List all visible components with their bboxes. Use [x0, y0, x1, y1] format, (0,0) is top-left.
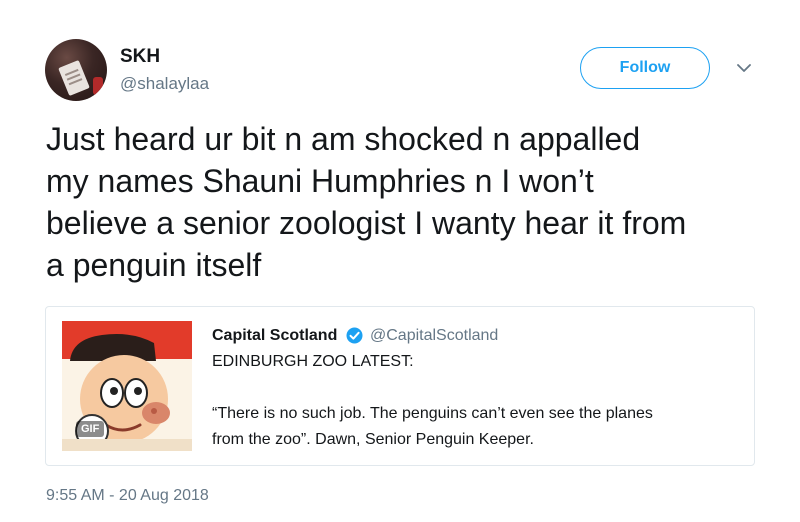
quoted-tweet[interactable]: GIF Capital Scotland @CapitalScotland ED…	[45, 306, 755, 466]
quoted-author-handle[interactable]: @CapitalScotland	[370, 327, 498, 345]
quoted-tweet-text-line: EDINBURGH ZOO LATEST:	[212, 353, 414, 370]
tweet-text-line: believe a senior zoologist I wanty hear …	[46, 205, 687, 241]
gif-badge: GIF	[76, 421, 105, 437]
quoted-tweet-gif-thumbnail[interactable]: GIF	[62, 321, 192, 451]
avatar[interactable]	[45, 39, 107, 101]
author-display-name[interactable]: SKH	[120, 46, 160, 68]
tweet-text: Just heard ur bit n am shocked n appalle…	[46, 118, 766, 286]
quoted-author-display-name[interactable]: Capital Scotland	[212, 327, 337, 345]
tweet-text-line: a penguin itself	[46, 247, 262, 283]
tweet-text-line: Just heard ur bit n am shocked n appalle…	[46, 121, 641, 157]
quoted-tweet-text-line: “There is no such job. The penguins can’…	[212, 405, 653, 422]
chevron-down-icon[interactable]	[734, 58, 754, 78]
quoted-tweet-text-line: from the zoo”. Dawn, Senior Penguin Keep…	[212, 431, 534, 448]
author-handle[interactable]: @shalaylaa	[120, 74, 209, 94]
avatar-accent-shape	[93, 77, 103, 95]
tweet-timestamp[interactable]: 9:55 AM - 20 Aug 2018	[46, 487, 209, 505]
follow-button[interactable]: Follow	[580, 47, 710, 89]
avatar-badge-shape	[58, 59, 90, 97]
tweet-text-line: my names Shauni Humphries n I won’t	[46, 163, 594, 199]
verified-badge-icon	[346, 327, 363, 344]
